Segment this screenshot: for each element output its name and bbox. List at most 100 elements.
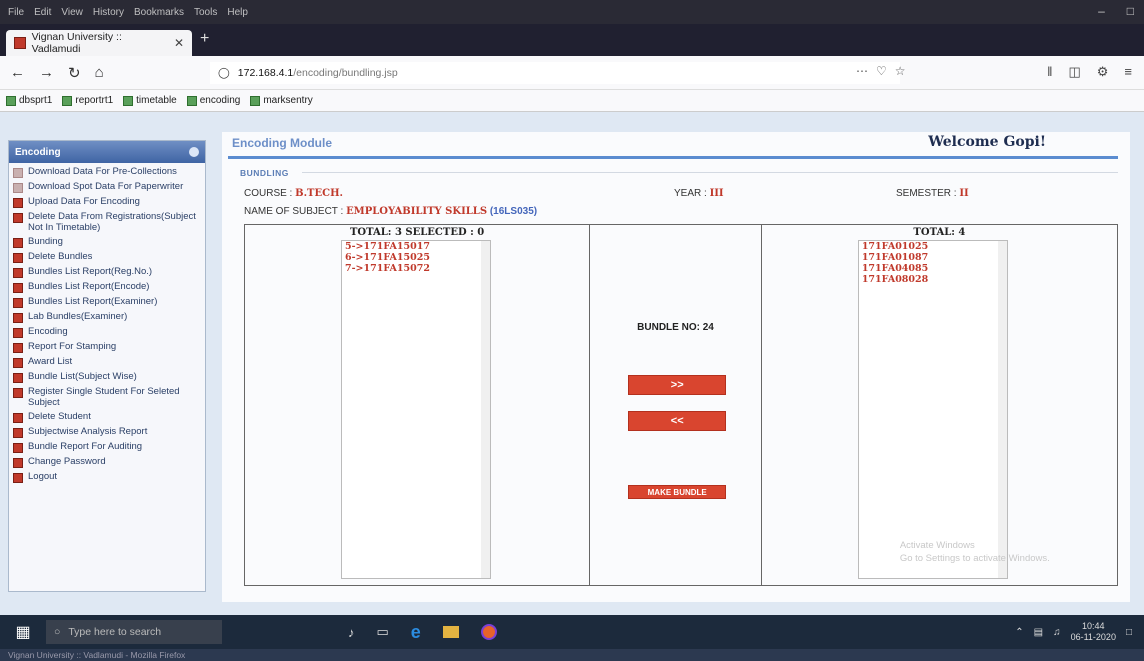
sidebar-toggle-icon[interactable]: ◫ — [1068, 64, 1080, 80]
list-scrollbar[interactable] — [997, 241, 1007, 578]
unbundled-list[interactable]: 5->171FA15017 6->171FA15025 7->171FA1507… — [341, 240, 491, 579]
subject-value: EMPLOYABILITY SKILLS — [346, 206, 488, 217]
right-total-header: TOTAL: 4 — [913, 227, 966, 238]
home-icon[interactable]: ⌂ — [95, 64, 104, 81]
sidebar-item-label: Bundles List Report(Reg.No.) — [28, 266, 153, 277]
bookmark-label: reportrt1 — [75, 95, 114, 106]
move-right-button[interactable]: >> — [628, 375, 727, 395]
bookmark-dbsprt1[interactable]: dbsprt1 — [6, 95, 52, 106]
clock-date: 06-11-2020 — [1070, 632, 1116, 642]
hamburger-menu-icon[interactable]: ≡ — [1124, 64, 1132, 80]
sidebar-item[interactable]: Upload Data For Encoding — [13, 195, 201, 210]
tray-chevron-icon[interactable]: ⌃ — [1015, 627, 1023, 638]
list-item[interactable]: 171FA01087 — [859, 252, 1007, 263]
menu-help[interactable]: Help — [227, 7, 248, 18]
clock[interactable]: 10:44 06-11-2020 — [1071, 621, 1116, 643]
close-tab-icon[interactable]: ✕ — [174, 36, 184, 50]
menu-bullet-icon — [13, 343, 23, 353]
forward-icon[interactable]: → — [39, 64, 54, 81]
menu-history[interactable]: History — [93, 7, 124, 18]
list-item[interactable]: 171FA08028 — [859, 274, 1007, 285]
sidebar-item[interactable]: Bundles List Report(Encode) — [13, 280, 201, 295]
bookmark-marksentry[interactable]: marksentry — [250, 95, 313, 106]
more-actions-icon[interactable]: ⋯ — [856, 64, 868, 78]
task-view-icon[interactable]: ▭ — [377, 624, 389, 640]
minimize-icon[interactable]: – — [1098, 4, 1105, 18]
menu-edit[interactable]: Edit — [34, 7, 51, 18]
sidebar-item[interactable]: Register Single Student For Seleted Subj… — [13, 385, 201, 410]
network-icon[interactable]: ▤ — [1034, 627, 1043, 638]
sidebar-item[interactable]: Encoding — [13, 325, 201, 340]
course-label: COURSE : — [244, 188, 296, 199]
subject-label: NAME OF SUBJECT : — [244, 206, 347, 217]
collapse-icon[interactable] — [189, 147, 199, 157]
url-bar[interactable]: ◯ 172.168.4.1/encoding/bundling.jsp — [210, 62, 900, 84]
sidebar-item[interactable]: Download Data For Pre-Collections — [13, 165, 201, 180]
mic-icon[interactable]: ♪ — [348, 625, 355, 640]
new-tab-icon[interactable]: + — [200, 30, 209, 48]
toolbar-right: ‖ ◫ ⚙ ≡ — [1047, 64, 1132, 80]
menu-bullet-icon — [13, 168, 23, 178]
left-panel: TOTAL: 3 SELECTED : 0 5->171FA15017 6->1… — [245, 225, 591, 585]
window-status: Vignan University :: Vadlamudi - Mozilla… — [0, 649, 1144, 661]
bookmark-encoding[interactable]: encoding — [186, 95, 240, 106]
list-item[interactable]: 171FA04085 — [859, 263, 1007, 274]
bookmark-reportrt1[interactable]: reportrt1 — [62, 95, 113, 106]
menu-file[interactable]: File — [8, 7, 24, 18]
sidebar-item[interactable]: Logout — [13, 470, 201, 485]
maximize-icon[interactable]: □ — [1127, 4, 1134, 18]
pocket-icon[interactable]: ♡ — [876, 64, 887, 78]
list-scrollbar[interactable] — [481, 241, 490, 578]
sidebar-item[interactable]: Subjectwise Analysis Report — [13, 425, 201, 440]
taskbar-apps: ♪ ▭ e — [348, 622, 497, 643]
sidebar-item-label: Bundle Report For Auditing — [28, 441, 143, 452]
menu-bullet-icon — [13, 443, 23, 453]
menu-bookmarks[interactable]: Bookmarks — [134, 7, 184, 18]
taskbar-search[interactable]: ○ Type here to search — [46, 620, 222, 644]
sidebar-item[interactable]: Change Password — [13, 455, 201, 470]
library-icon[interactable]: ‖ — [1047, 64, 1052, 80]
move-left-button[interactable]: << — [628, 411, 727, 431]
make-bundle-button[interactable]: MAKE BUNDLE — [628, 485, 727, 499]
menu-bullet-icon — [13, 238, 23, 248]
notification-icon[interactable]: □ — [1126, 627, 1132, 638]
sidebar-item[interactable]: Report For Stamping — [13, 340, 201, 355]
bundle-list[interactable]: 171FA01025 171FA01087 171FA04085 171FA08… — [857, 240, 1008, 579]
extension-icon[interactable]: ⚙ — [1097, 64, 1109, 80]
sidebar-item[interactable]: Bundle Report For Auditing — [13, 440, 201, 455]
host-text: 172.168.4.1 — [237, 67, 294, 79]
sidebar-item[interactable]: Delete Student — [13, 410, 201, 425]
sidebar-item[interactable]: Bunding — [13, 235, 201, 250]
list-item[interactable]: 171FA01025 — [859, 241, 1007, 252]
sidebar-item[interactable]: Delete Data From Registrations(Subject N… — [13, 210, 201, 235]
firefox-icon[interactable] — [480, 624, 497, 640]
back-icon[interactable]: ← — [10, 64, 25, 81]
volume-icon[interactable]: ♫ — [1053, 627, 1061, 638]
sidebar-item[interactable]: Lab Bundles(Examiner) — [13, 310, 201, 325]
file-explorer-icon[interactable] — [442, 626, 459, 638]
menu-view[interactable]: View — [61, 7, 83, 18]
sidebar-item[interactable]: Award List — [13, 355, 201, 370]
edge-icon[interactable]: e — [411, 622, 421, 643]
bookmark-timetable[interactable]: timetable — [123, 95, 177, 106]
list-item[interactable]: 6->171FA15025 — [342, 252, 490, 263]
reload-icon[interactable]: ↻ — [68, 64, 81, 82]
sidebar-item-label: Bunding — [28, 236, 63, 247]
sidebar-item[interactable]: Bundles List Report(Examiner) — [13, 295, 201, 310]
year-info: YEAR : III — [674, 188, 724, 199]
list-item[interactable]: 5->171FA15017 — [342, 241, 490, 252]
sidebar-item[interactable]: Bundles List Report(Reg.No.) — [13, 265, 201, 280]
menu-bullet-icon — [13, 458, 23, 468]
menu-bullet-icon — [13, 183, 23, 193]
sidebar-item[interactable]: Delete Bundles — [13, 250, 201, 265]
menu-bullet-icon — [13, 283, 23, 293]
middle-panel: BUNDLE NO: 24 >> << MAKE BUNDLE — [590, 225, 762, 585]
sidebar-item[interactable]: Download Spot Data For Paperwriter — [13, 180, 201, 195]
windows-start-icon[interactable]: ▦ — [0, 622, 46, 642]
sidebar-item[interactable]: Bundle List(Subject Wise) — [13, 370, 201, 385]
star-icon[interactable]: ☆ — [895, 64, 906, 78]
menu-bullet-icon — [13, 473, 23, 483]
tab-vignan[interactable]: Vignan University :: Vadlamudi ✕ — [6, 30, 192, 56]
menu-tools[interactable]: Tools — [194, 7, 217, 18]
list-item[interactable]: 7->171FA15072 — [342, 263, 490, 274]
